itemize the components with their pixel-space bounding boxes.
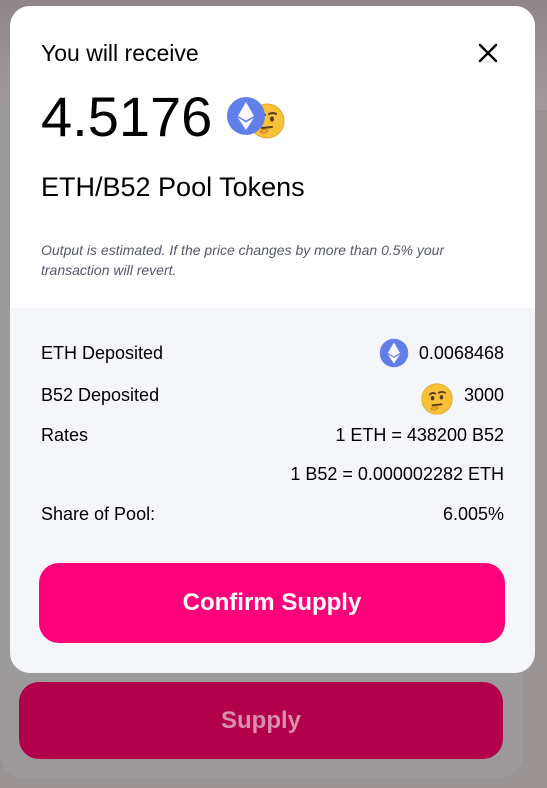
thinking-emoji-icon — [420, 382, 454, 416]
eth-deposited-row: ETH Deposited 0.0068468 — [41, 338, 504, 368]
b52-deposited-value: 3000 — [463, 384, 504, 405]
confirm-supply-button[interactable]: Confirm Supply — [39, 563, 505, 643]
share-of-pool-row: Share of Pool: 6.005% — [41, 499, 504, 529]
pool-tokens-label: ETH/B52 Pool Tokens — [41, 172, 305, 202]
b52-deposited-label: B52 Deposited — [41, 384, 160, 405]
rate-b52-to-eth: 1 B52 = 0.000002282 ETH — [290, 463, 504, 484]
share-of-pool-label: Share of Pool: — [41, 503, 156, 524]
rates-label: Rates — [41, 424, 89, 445]
share-of-pool-value: 6.005% — [442, 503, 504, 524]
close-icon[interactable] — [475, 40, 501, 66]
eth-deposited-value: 0.0068468 — [418, 342, 504, 363]
eth-icon — [379, 338, 409, 368]
receive-amount: 4.5176 — [41, 85, 213, 148]
rates-row: Rates 1 ETH = 438200 B52 — [41, 420, 504, 450]
rates-row-2: 1 B52 = 0.000002282 ETH — [41, 459, 504, 489]
rate-eth-to-b52: 1 ETH = 438200 B52 — [335, 424, 504, 445]
eth-deposited-label: ETH Deposited — [41, 342, 164, 363]
receive-amount-row: 4.5176 — [41, 84, 288, 149]
token-pair-icons — [226, 96, 288, 144]
confirm-supply-modal: You will receive 4.5176 ETH/B52 Pool Tok… — [10, 6, 535, 673]
modal-title: You will receive — [41, 40, 199, 66]
eth-icon — [226, 96, 266, 141]
estimate-note: Output is estimated. If the price change… — [41, 242, 445, 278]
supply-button[interactable]: Supply — [19, 682, 503, 759]
b52-deposited-row: B52 Deposited 3000 — [41, 380, 504, 415]
